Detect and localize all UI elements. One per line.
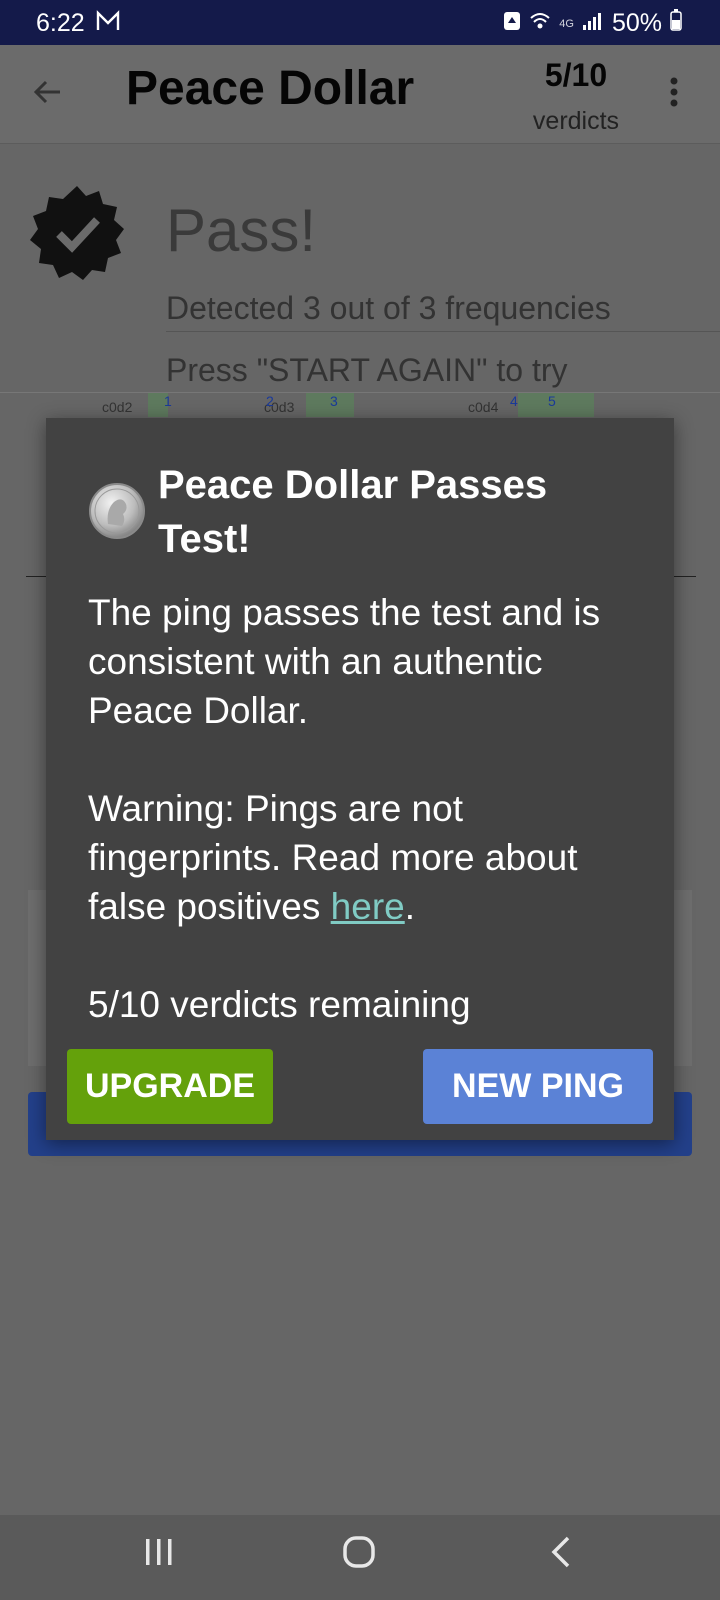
dialog-title: Peace Dollar Passes Test! [158,463,548,561]
signal-icon [582,9,604,38]
recent-apps-icon[interactable] [144,1535,174,1574]
frequency-marker: 4 [510,393,518,409]
dialog-body: The ping passes the test and is consiste… [88,588,648,1029]
battery-percent: 50% [611,9,662,37]
frequency-marker: 1 [164,393,172,409]
result-title: Pass! [166,197,317,264]
dialog-message: The ping passes the test and is consiste… [88,592,601,731]
app-bar: Peace Dollar 5/10 verdicts [0,45,720,144]
result-detected-text: Detected 3 out of 3 frequencies [166,290,720,332]
warning-suffix: . [404,886,416,927]
frequency-strip: c0d2 c0d3 c0d4 1 2 3 4 5 [0,393,720,421]
home-icon[interactable] [342,1535,376,1574]
verdict-count: 5/10 [544,57,608,93]
page-title: Peace Dollar [126,62,415,115]
coin-icon [88,482,146,545]
frequency-label: c0d4 [468,399,499,415]
more-vert-icon[interactable] [668,75,680,114]
frequency-marker: 5 [548,393,556,409]
navigation-bar [0,1515,720,1600]
status-time: 6:22 [36,9,85,37]
dialog-warning: Warning: Pings are not fingerprints. Rea… [88,784,648,931]
result-hint: Press "START AGAIN" to try [166,352,568,388]
back-icon[interactable] [548,1535,574,1574]
recycle-icon [503,9,521,38]
back-arrow-icon[interactable] [30,75,64,114]
verified-badge-icon [26,182,128,289]
verdicts-remaining: 5/10 verdicts remaining [88,984,471,1025]
wifi-icon [529,9,551,38]
network-type: 4G [559,17,574,30]
verdict-label: verdicts [532,107,620,135]
frequency-label: c0d2 [102,399,133,415]
frequency-band [518,393,594,417]
result-dialog: Peace Dollar Passes Test! The ping passe… [46,418,674,1140]
false-positives-link[interactable]: here [331,886,405,927]
mail-icon [96,10,120,37]
status-indicators: 4G 50% [503,9,682,38]
status-bar: 6:22 4G 50% [0,0,720,45]
frequency-marker: 3 [330,393,338,409]
new-ping-button[interactable]: NEW PING [423,1049,653,1124]
upgrade-button[interactable]: UPGRADE [67,1049,273,1124]
battery-icon [670,9,682,38]
frequency-marker: 2 [266,393,274,409]
